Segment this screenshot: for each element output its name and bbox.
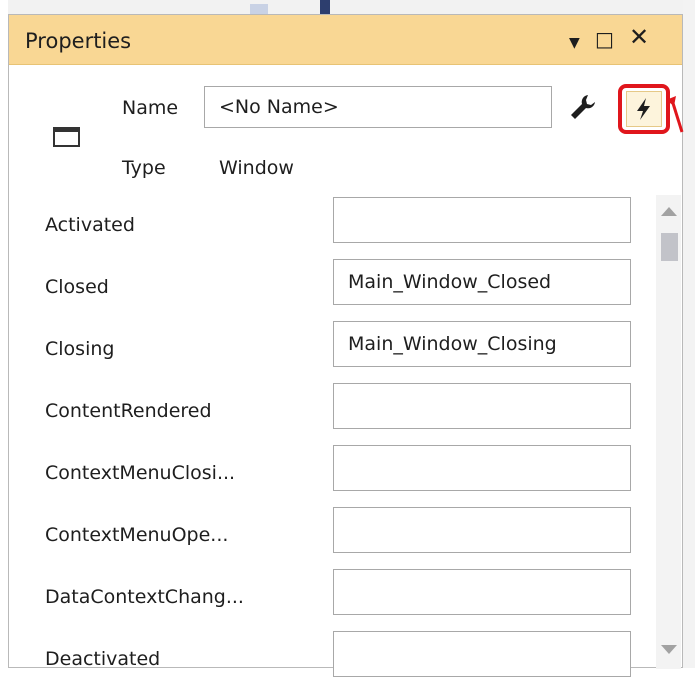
- close-icon[interactable]: ✕: [629, 25, 649, 49]
- events-scrollbar[interactable]: [656, 195, 681, 669]
- event-row: DataContextChang...: [9, 569, 659, 633]
- background-element: [250, 4, 268, 14]
- background-left: [0, 0, 8, 668]
- panel-title: Properties: [25, 29, 132, 53]
- event-handler-field[interactable]: Main_Window_Closing: [333, 321, 631, 367]
- properties-panel: Properties ▼ □ ✕ Name <No Name> Type Win…: [8, 14, 683, 677]
- name-field[interactable]: <No Name>: [204, 86, 552, 128]
- callout-arrow-icon: [666, 96, 684, 133]
- event-name: DataContextChang...: [45, 586, 244, 608]
- window-icon: [53, 127, 80, 147]
- event-row: Closing Main_Window_Closing: [9, 321, 659, 385]
- event-name: ContentRendered: [45, 400, 212, 422]
- event-handler-field[interactable]: [333, 631, 631, 677]
- properties-button[interactable]: [562, 86, 604, 128]
- scroll-thumb[interactable]: [661, 233, 678, 261]
- type-value: Window: [219, 157, 294, 179]
- event-row: ContentRendered: [9, 383, 659, 447]
- event-name: Closed: [45, 276, 109, 298]
- event-row: Activated: [9, 197, 659, 261]
- event-name: ContextMenuClosi...: [45, 462, 236, 484]
- event-name: Closing: [45, 338, 115, 360]
- lightning-bolt-icon: [637, 98, 650, 120]
- event-row: Deactivated: [9, 631, 659, 695]
- event-handler-field[interactable]: [333, 507, 631, 553]
- type-label: Type: [122, 157, 166, 179]
- event-row: Closed Main_Window_Closed: [9, 259, 659, 323]
- scroll-down-icon[interactable]: [661, 645, 677, 654]
- event-name: Deactivated: [45, 648, 161, 670]
- event-name: Activated: [45, 214, 135, 236]
- events-button[interactable]: [618, 84, 670, 134]
- events-grid: Activated Closed Main_Window_Closed Clos…: [9, 195, 659, 677]
- event-handler-field[interactable]: [333, 445, 631, 491]
- background-divider: [320, 0, 330, 14]
- background-right: [683, 0, 695, 668]
- name-label: Name: [122, 97, 179, 119]
- event-handler-field[interactable]: [333, 569, 631, 615]
- event-handler-field[interactable]: [333, 383, 631, 429]
- event-name: ContextMenuOpe...: [45, 524, 229, 546]
- event-row: ContextMenuClosi...: [9, 445, 659, 509]
- scroll-up-icon[interactable]: [661, 207, 677, 216]
- event-handler-field[interactable]: Main_Window_Closed: [333, 259, 631, 305]
- panel-titlebar: Properties ▼ □ ✕: [9, 15, 682, 65]
- maximize-icon[interactable]: □: [595, 27, 614, 51]
- dropdown-arrow-icon[interactable]: ▼: [569, 31, 580, 55]
- event-row: ContextMenuOpe...: [9, 507, 659, 571]
- wrench-icon: [571, 95, 595, 119]
- event-handler-field[interactable]: [333, 197, 631, 243]
- events-button-face: [626, 91, 662, 127]
- background-strip: [0, 0, 695, 14]
